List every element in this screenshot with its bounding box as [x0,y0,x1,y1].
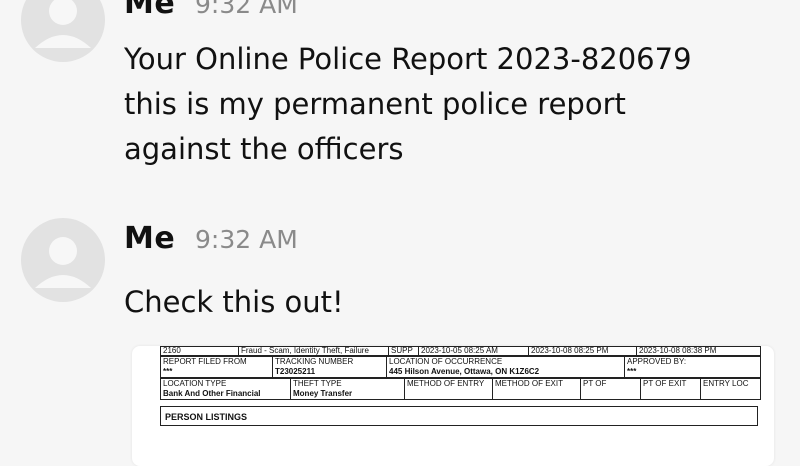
sender-avatar[interactable] [21,218,105,302]
location-value: 445 Hilson Avenue, Ottawa, ON K1Z6C2 [389,367,540,376]
report-cell: SUPP [388,346,419,356]
report-cell: 2023-10-08 08:25 PM [528,346,637,356]
method-of-exit-label: METHOD OF EXIT [495,379,563,389]
person-icon [35,0,91,48]
message-time: 9:32 AM [195,0,298,19]
entry-loc-label: ENTRY LOC [703,379,749,389]
report-row-2: LOCATION TYPE Bank And Other Financial T… [160,378,761,400]
report-row-1: REPORT FILED FROM *** TRACKING NUMBER T2… [160,356,761,378]
report-cell: Fraud - Scam, Identity Theft, Failure [238,346,389,356]
police-report-document: 2160 Fraud - Scam, Identity Theft, Failu… [160,346,761,426]
report-cell: 2160 [160,346,239,356]
pt-of-exit-label: PT OF EXIT [643,379,687,389]
report-filed-from-value: *** [163,367,173,376]
person-listings-header: PERSON LISTINGS [160,406,758,426]
pt-of-label: PT OF [583,379,607,389]
person-listings-label: PERSON LISTINGS [165,412,248,422]
sender-name: Me [124,0,176,21]
person-icon [35,237,91,288]
method-of-entry-label: METHOD OF ENTRY [407,379,485,389]
message-time: 9:32 AM [195,225,298,254]
report-cell: 2023-10-08 08:38 PM [636,346,761,356]
location-type-value: Bank And Other Financial [163,389,261,398]
location-type-label: LOCATION TYPE [163,379,227,389]
report-filed-from-label: REPORT FILED FROM [163,357,247,367]
theft-type-label: THEFT TYPE [293,379,342,389]
tracking-number-label: TRACKING NUMBER [275,357,354,367]
theft-type-value: Money Transfer [293,389,353,398]
sender-avatar[interactable] [21,0,105,62]
tracking-number-value: T23025211 [275,367,316,376]
report-top-row: 2160 Fraud - Scam, Identity Theft, Failu… [160,346,761,356]
message-text: Check this out! [124,285,344,319]
approved-by-value: *** [627,367,637,376]
approved-by-label: APPROVED BY: [627,357,687,367]
message-text: Your Online Police Report 2023-820679 th… [124,42,692,166]
report-cell: 2023-10-05 08:25 AM [418,346,529,356]
sender-name: Me [124,221,176,256]
image-attachment[interactable]: 2160 Fraud - Scam, Identity Theft, Failu… [132,346,774,466]
location-label: LOCATION OF OCCURRENCE [389,357,503,367]
